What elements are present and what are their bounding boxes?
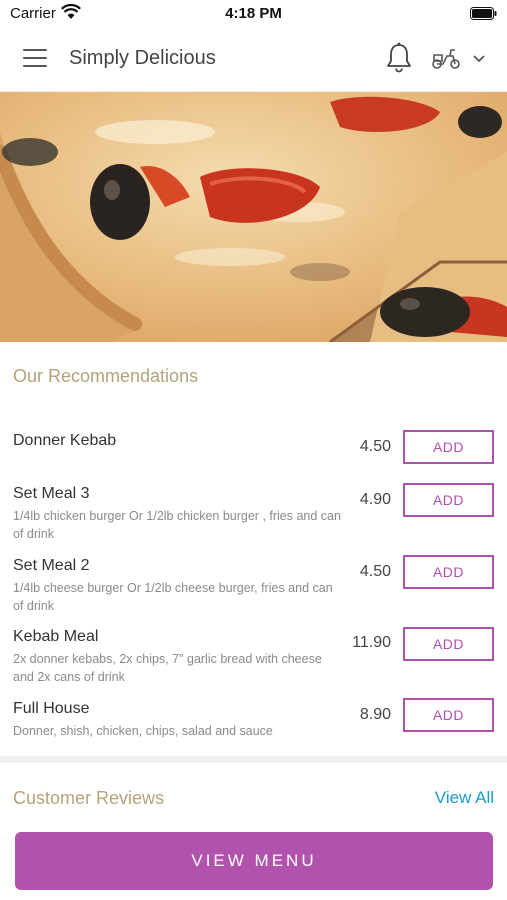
- chevron-down-icon[interactable]: [472, 54, 486, 64]
- battery-icon: [470, 7, 497, 20]
- add-button[interactable]: ADD: [403, 627, 494, 661]
- notification-bell-icon[interactable]: [385, 42, 413, 74]
- item-description: Donner, shish, chicken, chips, salad and…: [13, 724, 273, 738]
- recommendations-heading: Our Recommendations: [13, 366, 199, 386]
- item-description: 2x donner kebabs, 2x chips, 7" garlic br…: [13, 652, 322, 684]
- add-button[interactable]: ADD: [403, 698, 494, 732]
- item-name: Full House: [13, 700, 90, 717]
- customer-reviews-heading: Customer Reviews: [13, 788, 165, 808]
- item-name: Kebab Meal: [13, 628, 99, 645]
- page-title: Simply Delicious: [69, 47, 216, 69]
- add-button[interactable]: ADD: [403, 483, 494, 517]
- hero-pizza-image: [0, 92, 507, 342]
- status-bar: Carrier 4:18 PM: [0, 0, 507, 26]
- item-price: 8.90: [359, 706, 391, 723]
- add-button[interactable]: ADD: [403, 430, 494, 464]
- item-price: 11.90: [352, 634, 391, 651]
- item-price: 4.90: [359, 491, 391, 508]
- delivery-scooter-icon[interactable]: [431, 45, 461, 71]
- view-all-reviews-link[interactable]: View All: [435, 788, 494, 808]
- view-menu-button[interactable]: VIEW MENU: [15, 832, 493, 890]
- item-name: Donner Kebab: [13, 432, 117, 449]
- hamburger-menu-icon[interactable]: [23, 49, 47, 69]
- item-description: 1/4lb chicken burger Or 1/2lb chicken bu…: [13, 509, 341, 541]
- item-price: 4.50: [359, 563, 391, 580]
- item-description: 1/4lb cheese burger Or 1/2lb cheese burg…: [13, 581, 333, 613]
- add-button[interactable]: ADD: [403, 555, 494, 589]
- app-header: Simply Delicious: [0, 26, 507, 92]
- section-divider: [0, 756, 507, 763]
- item-price: 4.50: [359, 438, 391, 455]
- item-name: Set Meal 2: [13, 557, 90, 574]
- status-time: 4:18 PM: [225, 5, 282, 22]
- item-name: Set Meal 3: [13, 485, 90, 502]
